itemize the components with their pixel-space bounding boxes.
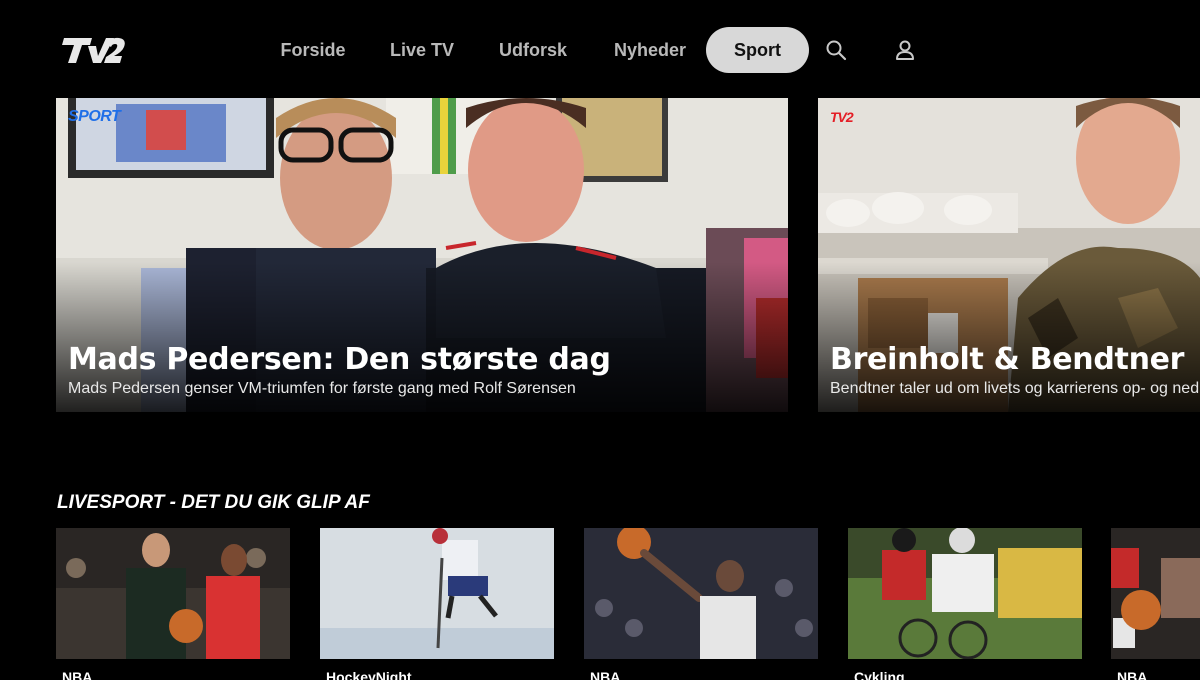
thumb-card-hockeynight[interactable] bbox=[320, 528, 554, 659]
thumb-label: NBA bbox=[1117, 669, 1148, 680]
nav-udforsk[interactable]: Udforsk bbox=[486, 27, 580, 73]
nav-live-tv[interactable]: Live TV bbox=[378, 27, 466, 73]
row-title: LIVESPORT - DET DU GIK GLIP AF bbox=[57, 492, 370, 513]
thumb-label: NBA bbox=[62, 669, 93, 680]
search-icon[interactable] bbox=[824, 38, 848, 62]
thumb-card-cykling[interactable] bbox=[848, 528, 1082, 659]
thumb-image bbox=[848, 528, 1082, 659]
thumb-card-nba-1[interactable] bbox=[56, 528, 290, 659]
nav-sport[interactable]: Sport bbox=[706, 27, 809, 73]
sport-badge: SPORT bbox=[68, 108, 121, 125]
hero-title: Breinholt & Bendtner bbox=[830, 342, 1185, 377]
main-nav: Forside Live TV Udforsk Nyheder Sport bbox=[0, 27, 1200, 73]
thumb-image bbox=[584, 528, 818, 659]
thumb-image bbox=[320, 528, 554, 659]
hero-subtitle: Bendtner taler ud om livets og karrieren… bbox=[830, 380, 1200, 397]
hero-card-mads-pedersen[interactable]: SPORT Mads Pedersen: Den største dag Mad… bbox=[56, 98, 788, 412]
hero-card-breinholt-bendtner[interactable]: TV2 Breinholt & Bendtner Bendtner taler … bbox=[818, 98, 1200, 412]
thumb-card-nba-3[interactable] bbox=[1111, 528, 1200, 659]
profile-icon[interactable] bbox=[893, 38, 917, 62]
thumb-image bbox=[1111, 528, 1200, 659]
nav-nyheder[interactable]: Nyheder bbox=[600, 27, 700, 73]
thumb-label: Cykling bbox=[854, 669, 905, 680]
hero-title: Mads Pedersen: Den største dag bbox=[68, 342, 611, 377]
thumb-label: NBA bbox=[590, 669, 621, 680]
hero-subtitle: Mads Pedersen genser VM-triumfen for før… bbox=[68, 380, 576, 397]
thumb-card-nba-2[interactable] bbox=[584, 528, 818, 659]
nav-forside[interactable]: Forside bbox=[268, 27, 358, 73]
thumb-image bbox=[56, 528, 290, 659]
tv2-badge: TV2 bbox=[830, 109, 854, 125]
thumb-label: HockeyNight bbox=[326, 669, 412, 680]
